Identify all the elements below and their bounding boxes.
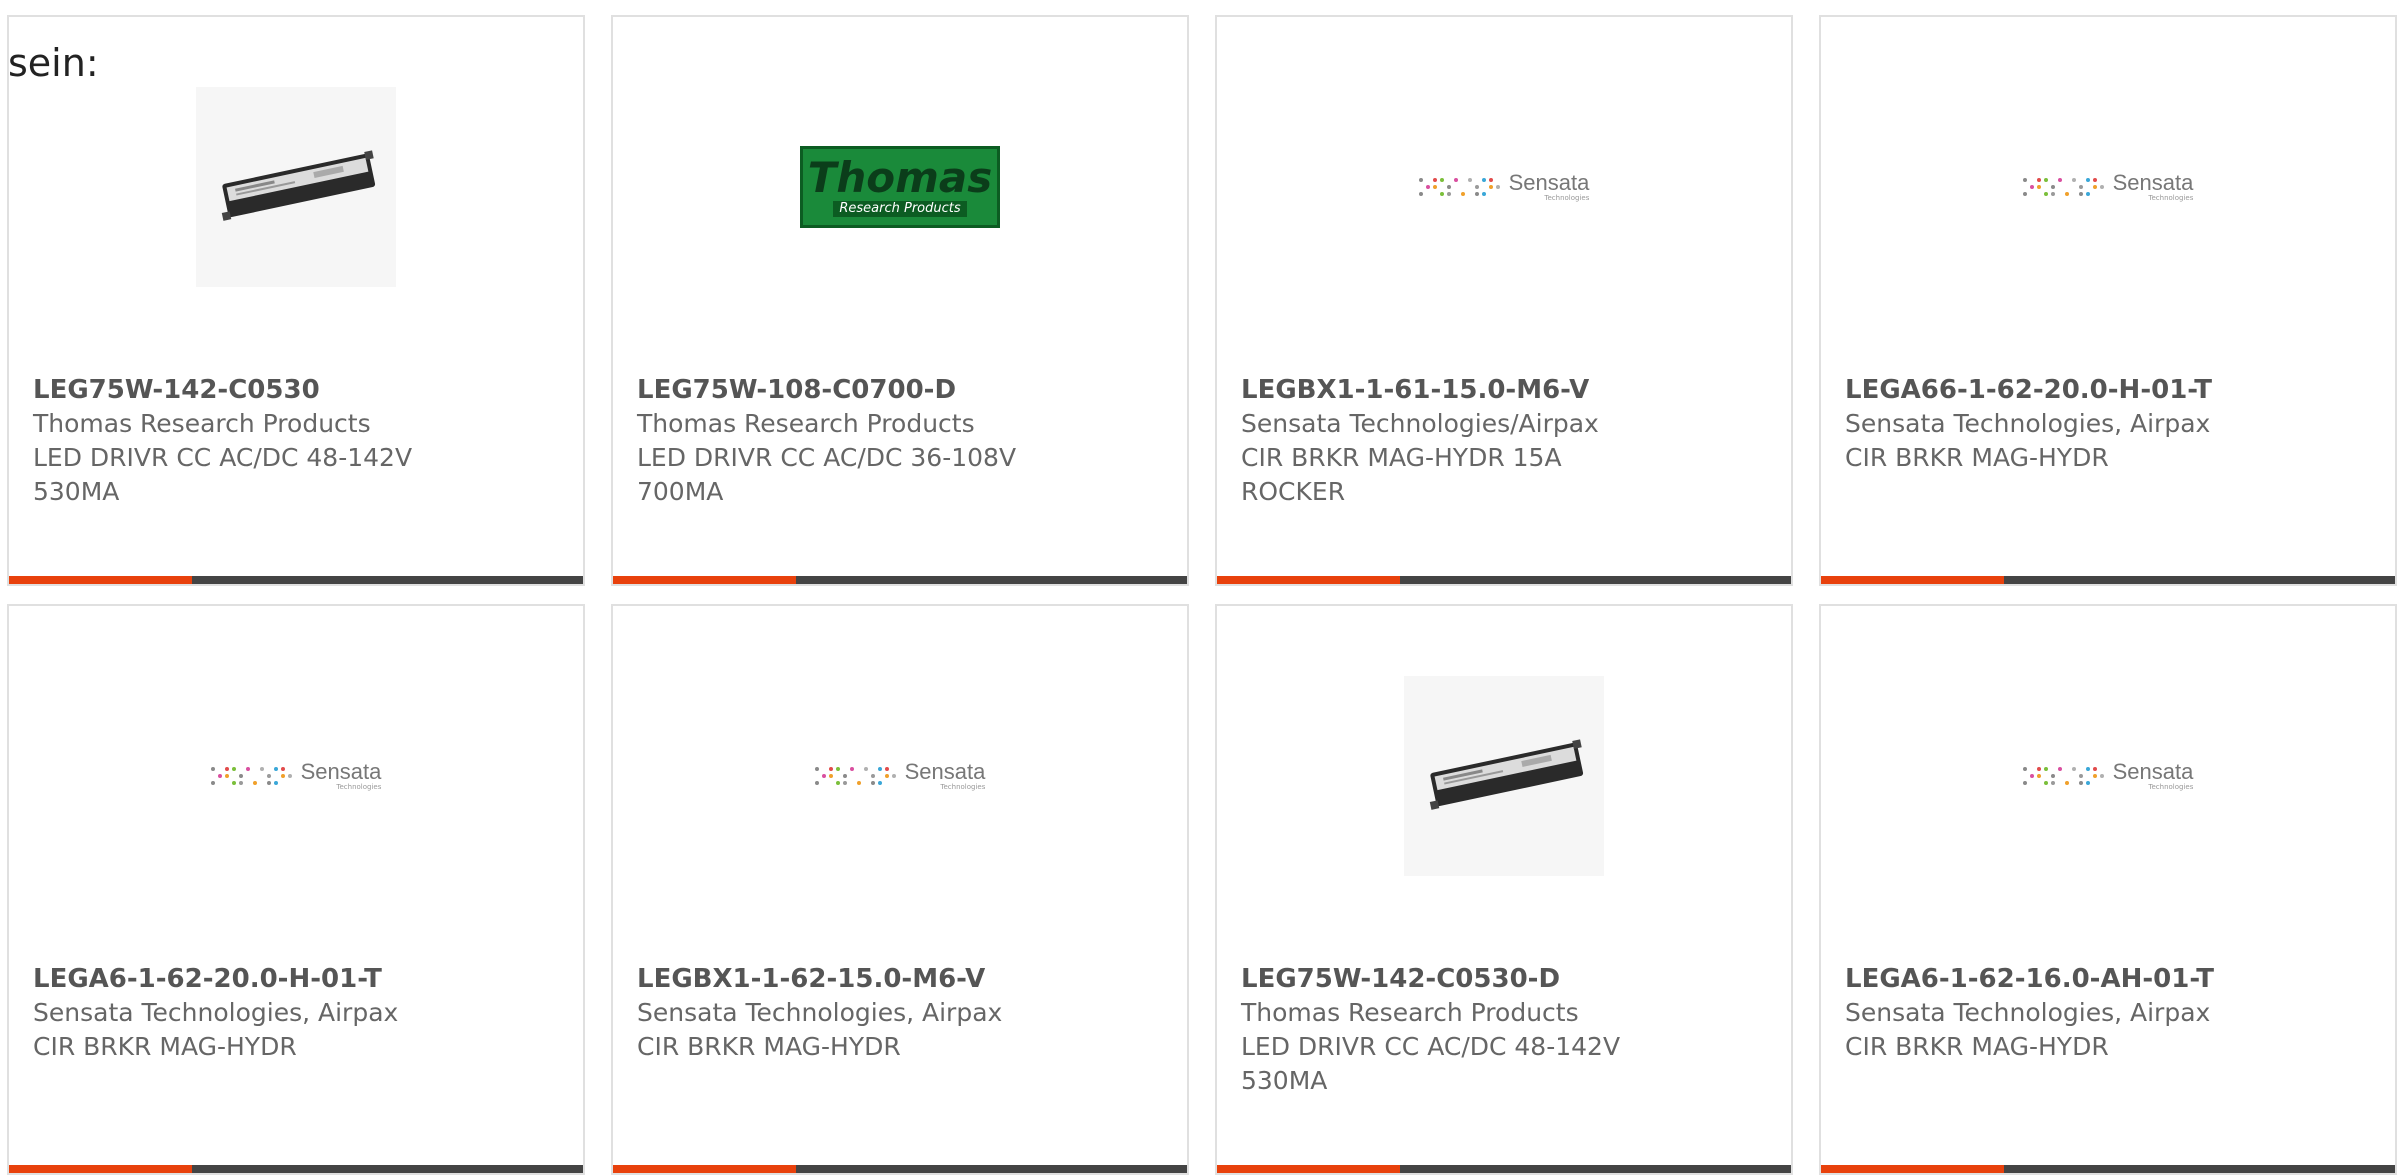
part-number[interactable]: LEGBX1-1-61-15.0-M6-V [1241, 373, 1771, 407]
description: LED DRIVR CC AC/DC 36-108V 700MA [637, 443, 1017, 506]
product-card[interactable]: Sensata Technologies LEGA66-1-62-20.0-H-0… [1819, 15, 2397, 586]
card-bottom-bar [613, 1165, 1187, 1173]
manufacturer: Thomas Research Products [33, 409, 371, 438]
thomas-research-logo: Thomas Research Products [800, 146, 1000, 228]
description: CIR BRKR MAG-HYDR [1845, 1032, 2109, 1061]
product-image: Sensata Technologies [1821, 87, 2395, 287]
led-driver-photo [196, 87, 396, 287]
product-image [1217, 676, 1791, 876]
product-image: Sensata Technologies [613, 676, 1187, 876]
product-image: Sensata Technologies [1821, 676, 2395, 876]
card-bottom-bar [9, 576, 583, 584]
product-card[interactable]: LEG75W-142-C0530 Thomas Research Product… [7, 15, 585, 586]
product-card[interactable]: Thomas Research Products LEG75W-108-C0700… [611, 15, 1189, 586]
part-number[interactable]: LEGBX1-1-62-15.0-M6-V [637, 962, 1167, 996]
part-number[interactable]: LEGA6-1-62-16.0-AH-01-T [1845, 962, 2375, 996]
part-number[interactable]: LEG75W-142-C0530 [33, 373, 563, 407]
part-number[interactable]: LEG75W-142-C0530-D [1241, 962, 1771, 996]
description: CIR BRKR MAG-HYDR [637, 1032, 901, 1061]
product-card[interactable]: Sensata Technologies LEGA6-1-62-16.0-AH-0… [1819, 604, 2397, 1175]
product-image: Sensata Technologies [9, 676, 583, 876]
product-image: Sensata Technologies [1217, 87, 1791, 287]
sensata-logo: Sensata Technologies [1418, 171, 1589, 203]
product-card[interactable]: LEG75W-142-C0530-D Thomas Research Produ… [1215, 604, 1793, 1175]
manufacturer: Thomas Research Products [637, 409, 975, 438]
led-driver-photo [1404, 676, 1604, 876]
product-card[interactable]: Sensata Technologies LEGA6-1-62-20.0-H-01… [7, 604, 585, 1175]
card-bottom-bar [1217, 1165, 1791, 1173]
manufacturer: Sensata Technologies, Airpax [637, 998, 1003, 1027]
card-bottom-bar [613, 576, 1187, 584]
intro-text: sein: [8, 41, 99, 85]
manufacturer: Sensata Technologies, Airpax [1845, 409, 2211, 438]
product-image: Thomas Research Products [613, 87, 1187, 287]
part-number[interactable]: LEGA6-1-62-20.0-H-01-T [33, 962, 563, 996]
description: CIR BRKR MAG-HYDR [1845, 443, 2109, 472]
description: LED DRIVR CC AC/DC 48-142V 530MA [1241, 1032, 1621, 1095]
card-bottom-bar [1821, 576, 2395, 584]
product-image [9, 87, 583, 287]
manufacturer: Sensata Technologies, Airpax [1845, 998, 2211, 1027]
card-bottom-bar [1821, 1165, 2395, 1173]
part-number[interactable]: LEG75W-108-C0700-D [637, 373, 1167, 407]
manufacturer: Sensata Technologies/Airpax [1241, 409, 1599, 438]
product-card[interactable]: Sensata Technologies LEGBX1-1-62-15.0-M6-… [611, 604, 1189, 1175]
description: CIR BRKR MAG-HYDR 15A ROCKER [1241, 443, 1562, 506]
sensata-logo: Sensata Technologies [814, 760, 985, 792]
part-number[interactable]: LEGA66-1-62-20.0-H-01-T [1845, 373, 2375, 407]
product-card[interactable]: Sensata Technologies LEGBX1-1-61-15.0-M6-… [1215, 15, 1793, 586]
description: LED DRIVR CC AC/DC 48-142V 530MA [33, 443, 413, 506]
description: CIR BRKR MAG-HYDR [33, 1032, 297, 1061]
sensata-logo: Sensata Technologies [210, 760, 381, 792]
manufacturer: Sensata Technologies, Airpax [33, 998, 399, 1027]
sensata-logo: Sensata Technologies [2022, 171, 2193, 203]
card-bottom-bar [1217, 576, 1791, 584]
card-bottom-bar [9, 1165, 583, 1173]
sensata-logo: Sensata Technologies [2022, 760, 2193, 792]
manufacturer: Thomas Research Products [1241, 998, 1579, 1027]
